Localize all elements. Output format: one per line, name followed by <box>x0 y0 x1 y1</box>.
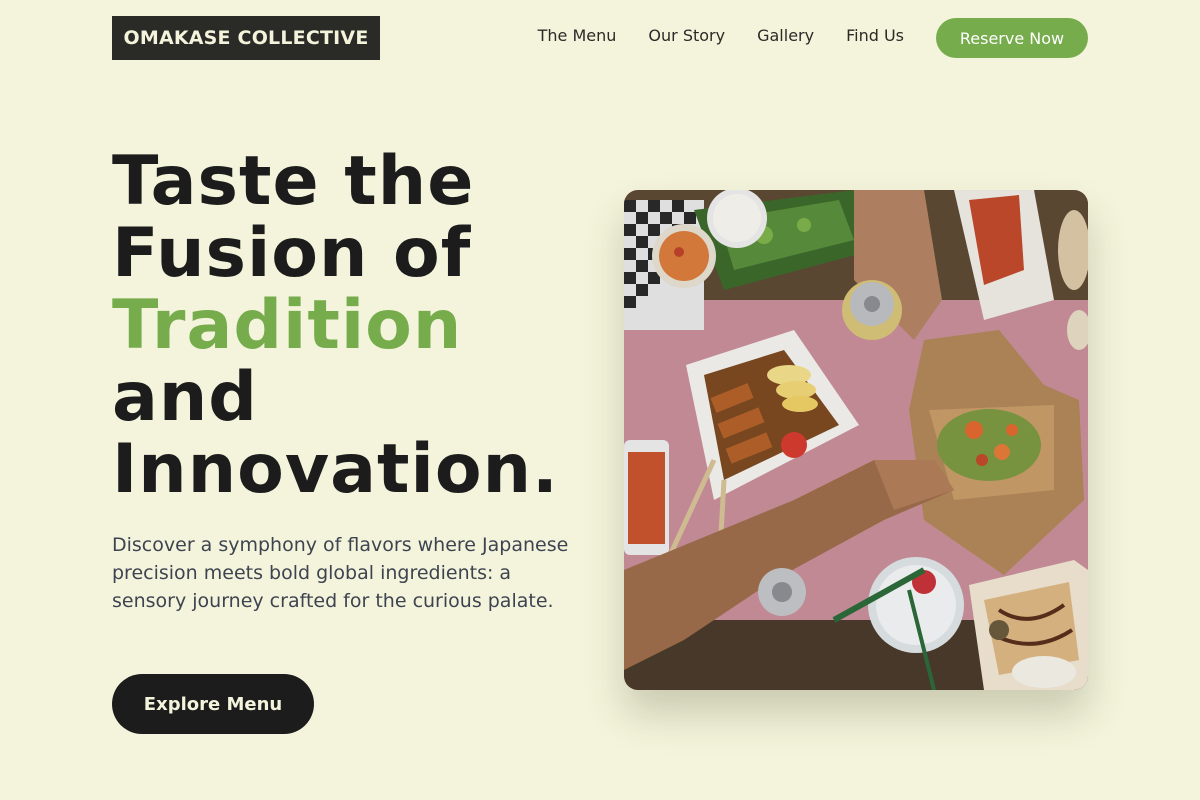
nav-link-gallery[interactable]: Gallery <box>757 28 814 44</box>
hero-title: Taste the Fusion of Tradition and Innova… <box>112 146 612 506</box>
nav-link-find-us[interactable]: Find Us <box>846 28 904 44</box>
hero-title-line: Fusion of <box>112 214 472 293</box>
hero-description: Discover a symphony of flavors where Jap… <box>112 534 569 612</box>
nav-link-the-menu[interactable]: The Menu <box>538 28 617 44</box>
hero-title-accent: Tradition <box>112 286 463 365</box>
hero-title-line: Taste the <box>112 142 475 221</box>
hero-food-image <box>624 190 1088 690</box>
nav-link-our-story[interactable]: Our Story <box>648 28 725 44</box>
explore-menu-button[interactable]: Explore Menu <box>112 674 314 734</box>
hero-title-line: and <box>112 358 258 437</box>
main-nav: The Menu Our Story Gallery Find Us Reser… <box>538 18 1088 58</box>
food-photo-icon <box>624 190 1088 690</box>
reserve-now-button[interactable]: Reserve Now <box>936 18 1088 58</box>
brand-logo[interactable]: OMAKASE COLLECTIVE <box>112 16 380 60</box>
hero-title-line: Innovation. <box>112 430 559 509</box>
